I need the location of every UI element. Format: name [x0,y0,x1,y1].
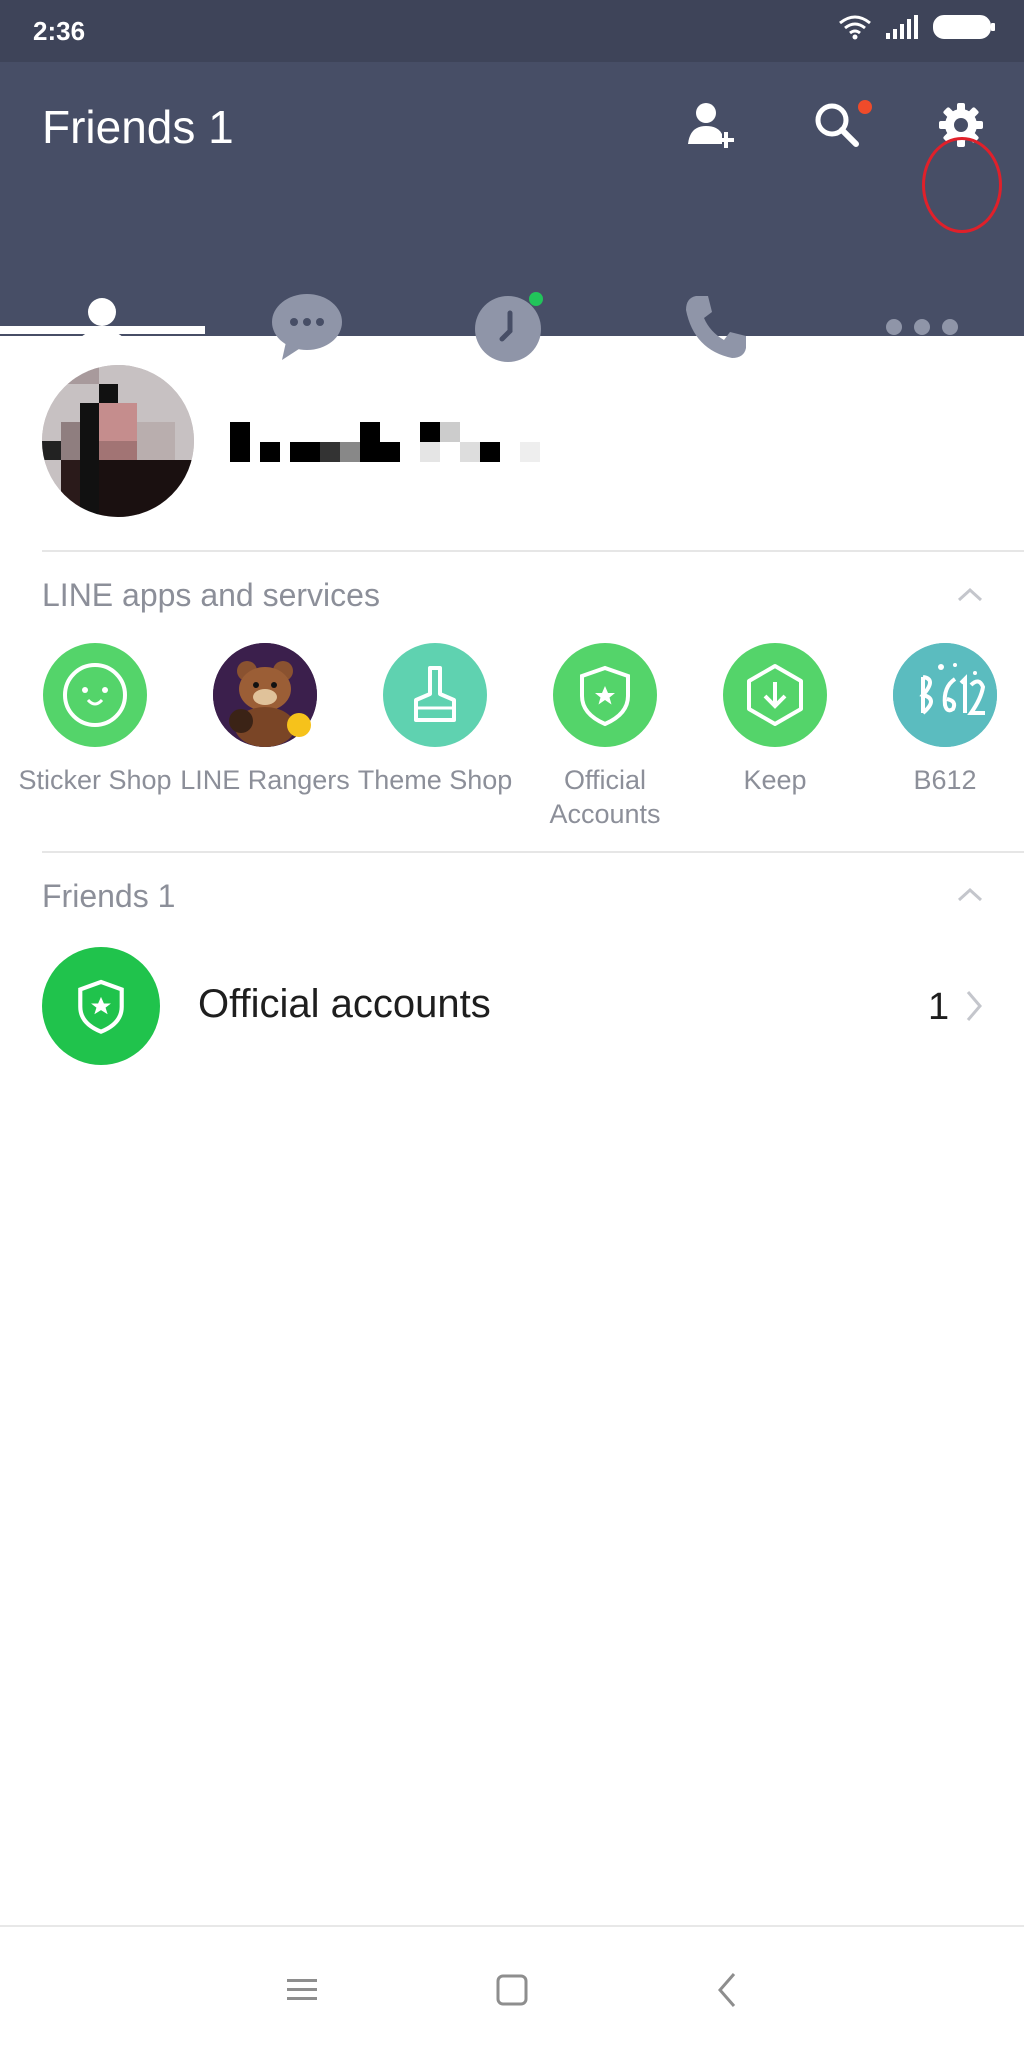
status-time: 2:36 [33,16,86,46]
search-icon [815,103,859,147]
menu-icon [287,1979,317,2000]
list-item-count: 1 [928,986,950,1028]
page-title: Friends 1 [42,101,234,153]
highlight-circle [922,137,1002,233]
friends-section-title: Friends 1 [42,878,176,914]
paint-brush-icon [383,643,487,747]
back-chevron-icon [718,1973,736,2007]
app-official-accounts[interactable]: Official Accounts [520,643,690,831]
shield-star-icon [553,643,657,747]
divider [42,851,1024,853]
app-theme-shop[interactable]: Theme Shop [350,643,520,797]
app-sticker-shop[interactable]: Sticker Shop [10,643,180,797]
app-label: Keep [743,765,807,795]
apps-section-title: LINE apps and services [42,577,380,613]
redacted-name-pixels [230,422,540,462]
sticker-face-icon [43,643,147,747]
home-square-icon [496,1974,528,2006]
active-tab-indicator [0,326,205,334]
app-line-rangers[interactable]: LINE Rangers [180,643,350,797]
tab-timeline[interactable] [410,262,614,392]
status-bar: 2:36 [0,0,1024,62]
signal-icon [886,15,918,39]
more-dots-icon [886,319,958,335]
keep-download-icon [723,643,827,747]
b612-logo-icon [893,643,997,747]
app-header: Friends 1 [0,62,1024,362]
back-button[interactable] [702,1965,752,2015]
tab-chats[interactable] [205,262,409,392]
app-label: Official Accounts [549,765,661,829]
bear-character-icon [213,643,317,747]
add-friend-button[interactable] [678,92,744,158]
wifi-icon [839,15,871,40]
tab-more[interactable] [820,262,1024,392]
phone-icon [686,296,746,358]
app-label: B612 [913,765,977,795]
collapse-chevron-icon[interactable] [955,880,985,910]
chevron-right-icon [966,991,982,1021]
app-keep[interactable]: Keep [690,643,860,797]
home-button[interactable] [487,1965,537,2015]
pixelated-avatar-image [42,365,194,517]
shield-star-icon [78,979,124,1034]
search-button[interactable] [804,92,872,158]
app-label: Sticker Shop [18,765,172,795]
add-friend-icon [688,103,734,148]
official-accounts-avatar [42,947,160,1065]
app-label: LINE Rangers [180,765,350,795]
battery-icon [933,15,995,39]
app-b612[interactable]: B612 [860,643,1024,797]
menu-button[interactable] [277,1965,327,2015]
status-icons [838,14,996,40]
notification-dot [858,100,872,114]
profile-avatar[interactable] [42,365,194,517]
chat-bubble-icon [272,294,342,360]
clock-icon [475,292,543,362]
system-nav-bar [0,1925,1024,2050]
divider [42,550,1024,552]
collapse-chevron-icon[interactable] [955,580,985,610]
app-label: Theme Shop [357,765,513,795]
list-item-label: Official accounts [198,982,491,1026]
tab-calls[interactable] [615,262,819,392]
